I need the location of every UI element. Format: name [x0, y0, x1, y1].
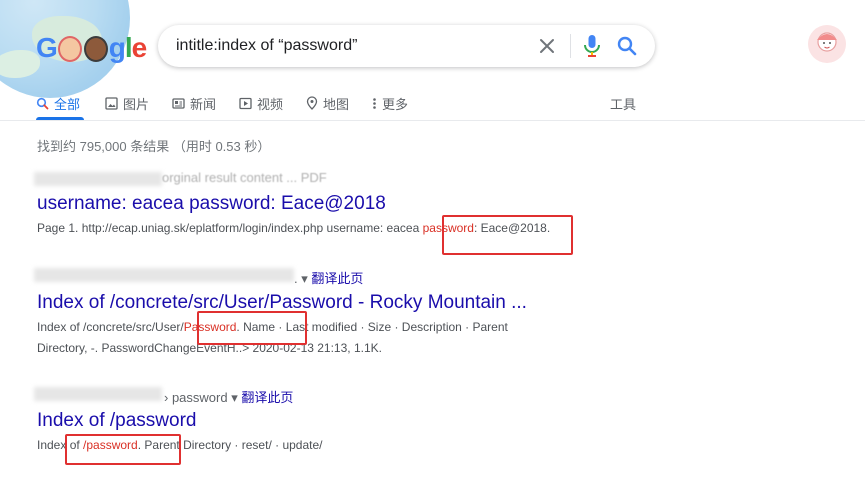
- news-icon: [172, 97, 185, 110]
- tab-label: 图片: [123, 96, 150, 112]
- annotation-box: [197, 311, 307, 345]
- cite-text: . ▾: [294, 271, 308, 286]
- translate-link[interactable]: 翻译此页: [241, 390, 293, 405]
- avatar-face-icon: [808, 25, 846, 63]
- map-pin-icon: [306, 96, 318, 110]
- doodle-land: [0, 50, 40, 78]
- translate-link[interactable]: 翻译此页: [311, 271, 363, 286]
- voice-search-button[interactable]: [580, 33, 604, 59]
- tab-maps[interactable]: 地图: [306, 93, 349, 113]
- annotation-box: [442, 215, 573, 255]
- blurred-url: [34, 387, 162, 401]
- logo-letter: g: [108, 32, 126, 63]
- snippet-text: Page 1. http://ecap.uniag.sk/eplatform/l…: [37, 221, 423, 235]
- account-avatar[interactable]: [808, 25, 846, 63]
- search-box: [158, 25, 655, 67]
- search-button[interactable]: [615, 34, 639, 58]
- divider: [570, 34, 571, 58]
- search-input[interactable]: [176, 37, 516, 55]
- doodle-face-icon: [57, 36, 82, 62]
- tab-images[interactable]: 图片: [105, 93, 149, 113]
- result-cite: . ▾ 翻译此页: [294, 268, 363, 287]
- more-dots-icon: [372, 97, 377, 110]
- microphone-icon: [584, 35, 600, 57]
- clear-button[interactable]: [535, 34, 559, 58]
- logo-letter: e: [131, 32, 148, 63]
- result-cite: orginal result content ... PDF: [162, 170, 327, 185]
- video-icon: [239, 97, 252, 110]
- snippet-text: Index of /concrete/src/User/: [37, 320, 184, 334]
- tab-label: 地图: [323, 96, 350, 112]
- tab-label: 全部: [54, 96, 81, 112]
- tabs-divider: [0, 120, 865, 121]
- result-cite: › password ▾ 翻译此页: [164, 387, 293, 406]
- tab-label: 更多: [382, 96, 409, 112]
- search-icon: [36, 97, 49, 110]
- logo-letter: l: [124, 32, 133, 63]
- result-stats: 找到约 795,000 条结果 （用时 0.53 秒）: [37, 139, 271, 154]
- search-icon: [617, 36, 637, 56]
- close-icon: [540, 39, 554, 53]
- tab-label: 新闻: [190, 96, 217, 112]
- tab-label: 视频: [257, 96, 284, 112]
- image-icon: [105, 96, 118, 110]
- tab-videos[interactable]: 视频: [239, 93, 283, 113]
- annotation-box: [65, 434, 181, 465]
- tab-more[interactable]: 更多: [372, 93, 408, 113]
- result-title-link[interactable]: Index of /password: [37, 410, 196, 432]
- logo-letter: G: [36, 32, 58, 63]
- tab-all[interactable]: 全部: [36, 93, 80, 113]
- blurred-url: [34, 268, 294, 282]
- doodle-face-icon: [83, 36, 108, 62]
- tools-label: 工具: [610, 96, 637, 112]
- blurred-url: [34, 172, 162, 186]
- google-doodle-logo[interactable]: G g l e: [36, 30, 148, 64]
- cite-text: › password ▾: [164, 390, 238, 405]
- result-title-link[interactable]: username: eacea password: Eace@2018: [37, 193, 386, 215]
- tab-news[interactable]: 新闻: [172, 93, 216, 113]
- tools-button[interactable]: 工具: [610, 93, 636, 113]
